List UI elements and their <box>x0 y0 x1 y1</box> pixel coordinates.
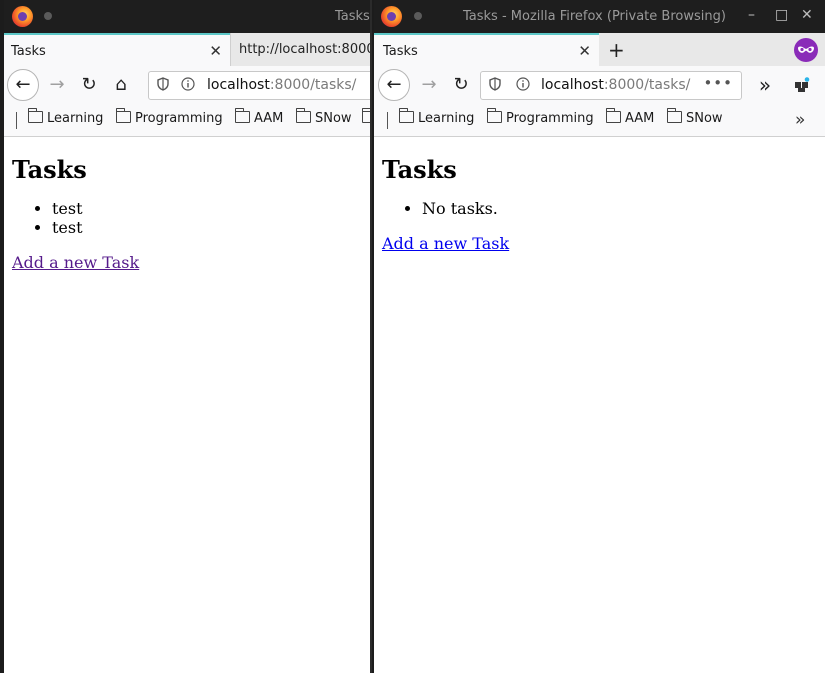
tab-close-icon[interactable]: ✕ <box>209 42 222 60</box>
left-titlebar: Tasks <box>4 0 370 33</box>
url-text: localhost:8000/tasks/ <box>541 77 691 93</box>
info-icon[interactable] <box>516 77 530 94</box>
window-title: Tasks <box>335 9 370 24</box>
back-button[interactable]: ← <box>7 69 39 101</box>
bookmark-learning[interactable]: Learning <box>398 108 474 126</box>
folder-icon <box>234 108 250 123</box>
folder-icon <box>666 108 682 123</box>
minimize-button[interactable]: – <box>748 7 755 23</box>
window-menu-dot[interactable] <box>44 12 52 20</box>
bookmark-learning[interactable]: Learning <box>27 108 103 126</box>
task-item: test <box>52 199 362 218</box>
left-browser-window: Tasks Tasks ✕ http://localhost:8000/ ← →… <box>0 0 370 673</box>
info-icon[interactable] <box>181 77 195 94</box>
private-browsing-icon <box>794 38 818 62</box>
right-tabstrip: Tasks ✕ + <box>374 33 825 66</box>
folder-icon <box>115 108 131 123</box>
reload-button[interactable]: ↻ <box>74 70 104 100</box>
bookmark-aam[interactable]: AAM <box>234 108 283 126</box>
left-bookmarks-toolbar: Learning Programming AAM SNow <box>4 104 370 137</box>
add-task-link[interactable]: Add a new Task <box>382 234 509 253</box>
bookmark-snow[interactable]: SNow <box>666 108 723 126</box>
home-button[interactable]: ⌂ <box>106 70 136 100</box>
tab-localhost[interactable]: http://localhost:8000/ <box>230 33 370 66</box>
folder-icon <box>486 108 502 123</box>
shield-icon[interactable] <box>489 77 501 94</box>
url-text: localhost:8000/tasks/ <box>207 77 357 93</box>
folder-icon <box>398 108 414 123</box>
task-list: test test <box>12 199 362 237</box>
tab-tasks[interactable]: Tasks ✕ <box>374 33 599 66</box>
bookmark-aam[interactable]: AAM <box>605 108 654 126</box>
folder-icon <box>605 108 621 123</box>
bookmark-programming[interactable]: Programming <box>486 108 594 126</box>
firefox-icon <box>381 6 402 27</box>
left-navbar: ← → ↻ ⌂ localhost:8000/tasks/ <box>4 66 370 104</box>
task-item: No tasks. <box>422 199 817 218</box>
task-list: No tasks. <box>382 199 817 218</box>
tab-label: Tasks <box>11 44 46 59</box>
firefox-icon <box>12 6 33 27</box>
right-browser-window: Tasks - Mozilla Firefox (Private Browsin… <box>372 0 825 673</box>
url-bar[interactable]: localhost:8000/tasks/ ••• <box>480 71 742 100</box>
folder-icon <box>295 108 311 123</box>
bookmark-overflow-folder[interactable] <box>361 108 370 126</box>
page-title: Tasks <box>382 155 457 184</box>
shield-icon[interactable] <box>157 77 169 94</box>
right-bookmarks-toolbar: Learning Programming AAM SNow » <box>374 104 825 137</box>
folder-icon <box>361 108 370 123</box>
tab-label: http://localhost:8000/ <box>239 42 370 57</box>
back-button[interactable]: ← <box>378 69 410 101</box>
new-tab-button[interactable]: + <box>608 38 625 62</box>
page-title: Tasks <box>12 155 87 184</box>
forward-button[interactable]: → <box>42 70 72 100</box>
toolbar-overflow-button[interactable]: » <box>750 70 780 100</box>
tab-tasks[interactable]: Tasks ✕ <box>4 33 230 66</box>
task-item: test <box>52 218 362 237</box>
left-page-content: Tasks test test Add a new Task <box>4 138 370 673</box>
right-navbar: ← → ↻ localhost:8000/tasks/ ••• » <box>374 66 825 104</box>
forward-button[interactable]: → <box>414 70 444 100</box>
bookmarks-overflow-button[interactable]: » <box>795 110 805 130</box>
right-titlebar: Tasks - Mozilla Firefox (Private Browsin… <box>374 0 825 33</box>
reload-button[interactable]: ↻ <box>446 70 476 100</box>
left-tabstrip: Tasks ✕ http://localhost:8000/ <box>4 33 370 66</box>
maximize-button[interactable]: □ <box>775 7 788 23</box>
window-title: Tasks - Mozilla Firefox (Private Browsin… <box>463 9 726 24</box>
url-bar[interactable]: localhost:8000/tasks/ <box>148 71 370 100</box>
right-page-content: Tasks No tasks. Add a new Task <box>374 138 825 673</box>
folder-icon <box>27 108 43 123</box>
close-window-button[interactable]: ✕ <box>801 7 813 23</box>
bookmarks-separator <box>16 112 17 129</box>
bookmark-programming[interactable]: Programming <box>115 108 223 126</box>
tab-close-icon[interactable]: ✕ <box>578 42 591 60</box>
page-actions-button[interactable]: ••• <box>703 74 733 92</box>
tab-label: Tasks <box>383 44 418 59</box>
bookmark-snow[interactable]: SNow <box>295 108 352 126</box>
extensions-icon[interactable] <box>787 70 817 100</box>
bookmarks-separator <box>387 112 388 129</box>
window-menu-dot[interactable] <box>414 12 422 20</box>
add-task-link[interactable]: Add a new Task <box>12 253 139 272</box>
